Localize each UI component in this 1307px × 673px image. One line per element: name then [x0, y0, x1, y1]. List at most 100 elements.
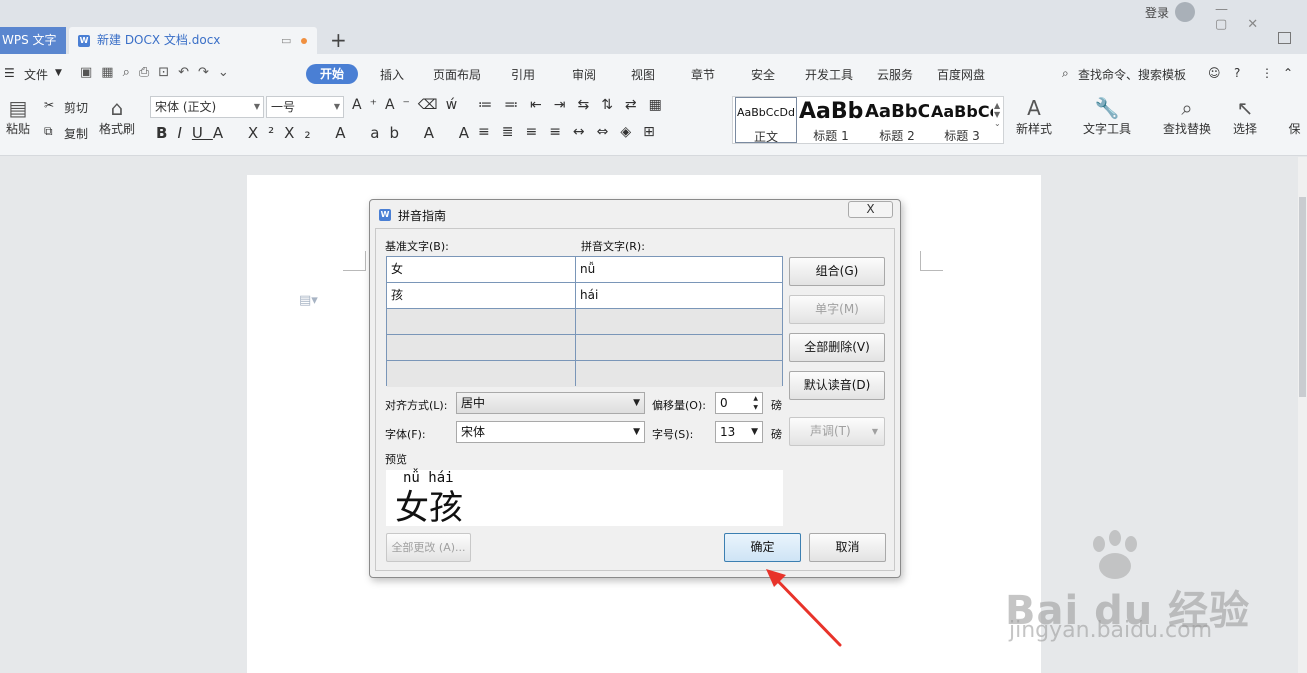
new-style-button[interactable]: A 新样式 — [1012, 96, 1056, 137]
align-label: 对齐方式(L): — [385, 399, 448, 412]
format-painter-button[interactable]: ⌂ 格式刷 — [96, 96, 138, 137]
tab-review[interactable]: 审阅 — [572, 66, 596, 83]
find-replace-button[interactable]: ⌕ 查找替换 — [1158, 96, 1216, 137]
default-reading-button[interactable]: 默认读音(D) — [789, 371, 885, 400]
pinyin-text-label: 拼音文字(R): — [581, 240, 645, 253]
chevron-down-icon: ▼ — [253, 102, 260, 111]
help-icon[interactable]: ? — [1234, 66, 1240, 80]
more-icon[interactable]: ⋮ — [1261, 66, 1273, 80]
pinyin-text-cell[interactable]: nǚ — [576, 257, 782, 282]
font-select[interactable]: 宋体 ▼ — [456, 421, 645, 443]
tab-chapter[interactable]: 章节 — [691, 66, 715, 83]
cancel-button[interactable]: 取消 — [809, 533, 886, 562]
table-row — [387, 309, 782, 335]
tone-button[interactable]: 声调(T) ▼ — [789, 417, 885, 446]
new-style-label: 新样式 — [1015, 122, 1052, 136]
tab-baidu-disk[interactable]: 百度网盘 — [937, 66, 985, 83]
window-controls[interactable]: —▢✕ — [1215, 2, 1307, 32]
tab-wps-writer[interactable]: WPS 文字 — [0, 27, 66, 54]
scissors-icon[interactable]: ✂ — [44, 98, 54, 112]
quick-access-icons[interactable]: ▣▦⌕⎙⊡↶↷⌄ — [80, 65, 238, 80]
tab-cloud[interactable]: 云服务 — [877, 66, 913, 83]
style-heading-1[interactable]: AaBb 标题 1 — [799, 97, 863, 143]
watermark-url: jingyan.baidu.com — [1009, 618, 1213, 643]
protect-button[interactable]: 保 — [1282, 96, 1307, 137]
new-tab-button[interactable]: + — [330, 27, 347, 54]
vertical-scrollbar[interactable] — [1298, 157, 1307, 673]
align-icons[interactable]: ≡≣≡≡↔⇔◈⊞ — [478, 124, 667, 140]
align-select[interactable]: 居中 ▼ — [456, 392, 645, 414]
tab-references[interactable]: 引用 — [511, 66, 535, 83]
style-normal[interactable]: AaBbCcDd 正文 — [735, 97, 797, 144]
apply-all-button[interactable]: 全部更改 (A)... — [386, 533, 471, 562]
copy-button[interactable]: 复制 — [64, 125, 88, 142]
tab-view[interactable]: 视图 — [631, 66, 655, 83]
monitor-icon[interactable]: ▭ — [281, 27, 291, 54]
delete-all-button[interactable]: 全部删除(V) — [789, 333, 885, 362]
pinyin-grid: 女 nǚ 孩 hái — [386, 256, 783, 387]
login-link[interactable]: 登录 — [1145, 4, 1169, 21]
paragraph-marker-icon[interactable]: ▤▾ — [299, 293, 318, 308]
collapse-ribbon-icon[interactable]: ⌃ — [1283, 66, 1293, 80]
spinner-icon[interactable]: ▲ ▼ — [753, 394, 758, 412]
file-menu[interactable]: 文件 — [24, 66, 48, 83]
file-menu-caret-icon[interactable]: ▼ — [55, 68, 62, 78]
close-button[interactable]: X — [848, 201, 893, 218]
style-heading-3[interactable]: AaBbCc 标题 3 — [931, 97, 993, 143]
base-text-cell[interactable]: 孩 — [387, 283, 576, 308]
gallery-scroll-icon[interactable]: ▲ ▼ ⌄ — [994, 101, 1001, 128]
cut-button[interactable]: 剪切 — [64, 99, 88, 116]
pinyin-text-cell[interactable] — [576, 335, 782, 360]
style-preview: AaBb — [799, 99, 863, 124]
paw-logo-icon — [1093, 530, 1137, 579]
font-value: 宋体 — [461, 425, 486, 439]
font-tools-icons[interactable]: A⁺A⁻⌫ẃ — [352, 97, 465, 113]
close-icon: X — [866, 202, 875, 216]
single-char-button[interactable]: 单字(M) — [789, 295, 885, 324]
sidebar-toggle-icon[interactable] — [1278, 32, 1291, 44]
preview-characters: 女孩 — [395, 488, 463, 528]
offset-stepper[interactable]: 0 ▲ ▼ — [715, 392, 763, 414]
tab-document-label: 新建 DOCX 文档.docx — [97, 33, 221, 47]
pinyin-text-cell[interactable] — [576, 361, 782, 386]
tab-security[interactable]: 安全 — [751, 66, 775, 83]
group-button[interactable]: 组合(G) — [789, 257, 885, 286]
font-size-select[interactable]: 一号 ▼ — [266, 96, 344, 118]
writer-doc-icon: W — [78, 35, 90, 47]
style-preview: AaBbCc — [931, 102, 993, 121]
size-unit: 磅 — [771, 428, 782, 441]
ok-button[interactable]: 确定 — [724, 533, 801, 562]
format-painter-label: 格式刷 — [98, 122, 135, 136]
magnifier-icon: ⌕ — [1181, 96, 1193, 120]
size-select[interactable]: 13 ▼ — [715, 421, 763, 443]
text-tools-label: 文字工具 — [1082, 122, 1131, 136]
base-text-cell[interactable] — [387, 335, 576, 360]
writer-app-icon: W — [379, 209, 391, 221]
tab-page-layout[interactable]: 页面布局 — [433, 66, 481, 83]
avatar-icon[interactable] — [1175, 2, 1195, 22]
base-text-cell[interactable] — [387, 309, 576, 334]
command-search[interactable]: 查找命令、搜索模板 — [1078, 66, 1186, 83]
hamburger-icon[interactable]: ☰ — [4, 66, 15, 80]
tone-label: 声调(T) — [810, 424, 851, 438]
base-text-cell[interactable] — [387, 361, 576, 386]
font-name-select[interactable]: 宋体 (正文) ▼ — [150, 96, 264, 118]
copy-icon[interactable]: ⧉ — [44, 124, 53, 139]
select-button[interactable]: ↖ 选择 — [1228, 96, 1262, 137]
tab-document[interactable]: W 新建 DOCX 文档.docx ▭ — [69, 27, 317, 54]
paste-button[interactable]: ▤ 粘贴 — [0, 96, 36, 137]
text-format-icons[interactable]: BIUA X²X₂ A ab A A — [156, 124, 479, 142]
style-heading-2[interactable]: AaBbC 标题 2 — [865, 97, 929, 143]
pinyin-text-cell[interactable]: hái — [576, 283, 782, 308]
style-name: 标题 2 — [879, 129, 915, 143]
text-tools-button[interactable]: 🔧 文字工具 — [1080, 96, 1134, 137]
base-text-cell[interactable]: 女 — [387, 257, 576, 282]
tab-insert[interactable]: 插入 — [380, 66, 404, 83]
tab-developer[interactable]: 开发工具 — [805, 66, 853, 83]
tab-home[interactable]: 开始 — [306, 64, 358, 84]
feedback-icon[interactable]: ☺ — [1208, 66, 1221, 80]
pinyin-text-cell[interactable] — [576, 309, 782, 334]
scrollbar-thumb[interactable] — [1299, 197, 1306, 397]
search-icon[interactable]: ⌕ — [1062, 66, 1069, 81]
list-icons[interactable]: ≔≕⇤⇥⇆⇅⇄▦ — [478, 97, 674, 113]
